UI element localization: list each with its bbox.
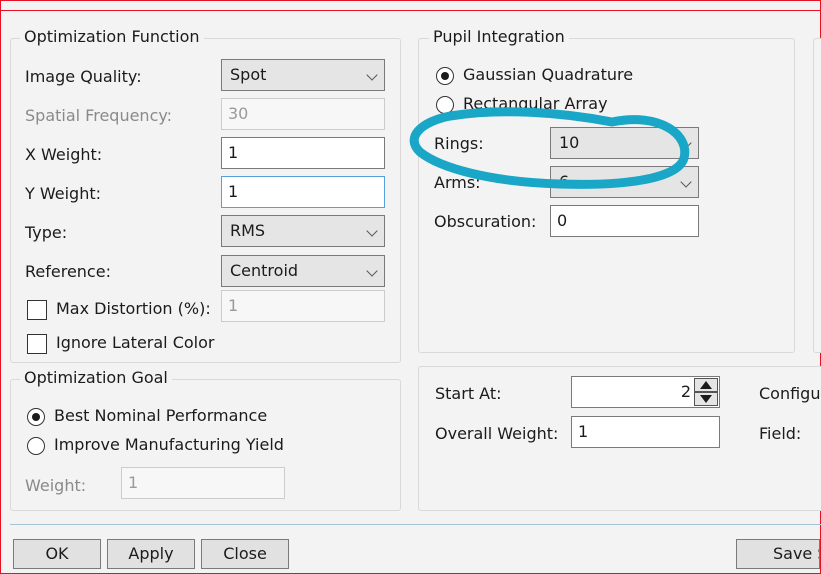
- optimization-goal-legend: Optimization Goal: [20, 368, 172, 387]
- best-nominal-label: Best Nominal Performance: [54, 406, 268, 425]
- start-at-decrement[interactable]: [694, 392, 718, 406]
- arrow-down-icon: [700, 395, 712, 403]
- bottom-separator: [10, 524, 821, 525]
- improve-yield-radio[interactable]: [27, 437, 45, 455]
- ok-button[interactable]: OK: [13, 539, 101, 569]
- configuration-label: Configu: [759, 384, 821, 403]
- apply-button[interactable]: Apply: [107, 539, 195, 569]
- close-button[interactable]: Close: [201, 539, 289, 569]
- start-at-increment[interactable]: [694, 378, 718, 392]
- field-label: Field:: [759, 424, 802, 443]
- best-nominal-radio[interactable]: [27, 408, 45, 426]
- save-button[interactable]: Save S: [736, 539, 820, 569]
- start-at-label: Start At:: [435, 384, 502, 403]
- overall-weight-label: Overall Weight:: [435, 424, 559, 443]
- weight-label: Weight:: [25, 476, 87, 495]
- arrow-up-icon: [700, 381, 712, 389]
- weight-input[interactable]: 1: [121, 467, 285, 499]
- overall-weight-input[interactable]: 1: [571, 416, 720, 448]
- improve-yield-label: Improve Manufacturing Yield: [54, 435, 284, 454]
